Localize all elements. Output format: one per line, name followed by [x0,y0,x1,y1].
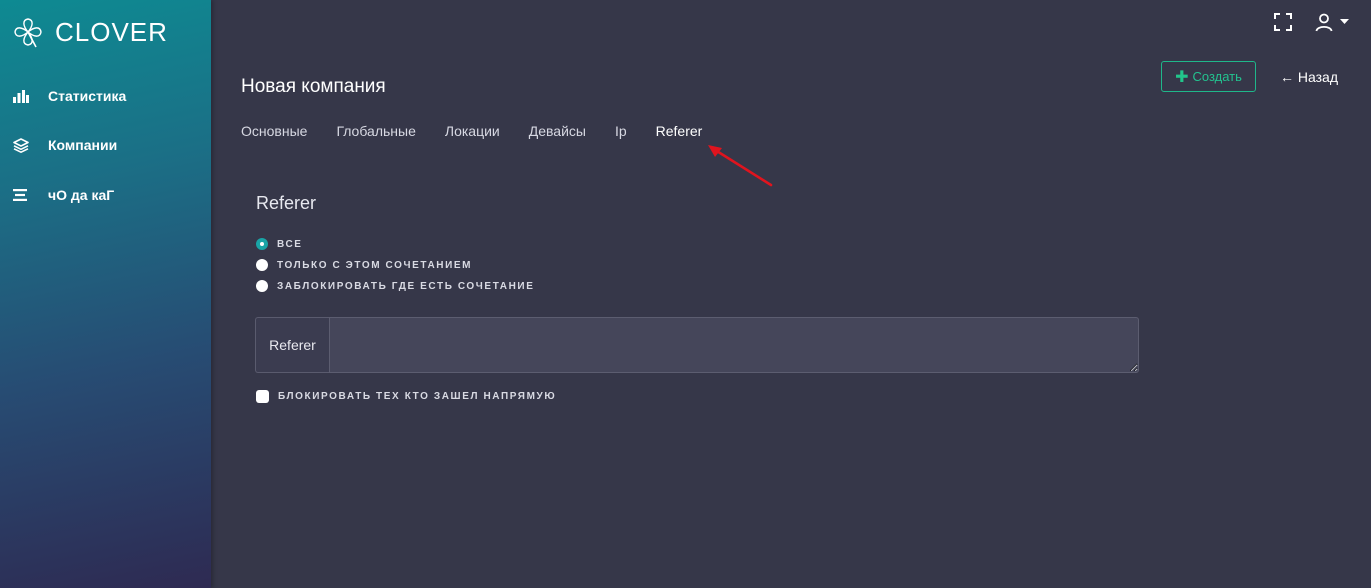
radio-option-block-match[interactable]: ЗАБЛОКИРОВАТЬ ГДЕ ЕСТЬ СОЧЕТАНИЕ [256,280,534,292]
fullscreen-button[interactable] [1274,13,1292,31]
block-direct-checkbox-row[interactable]: БЛОКИРОВАТЬ ТЕХ КТО ЗАШЕЛ НАПРЯМУЮ [256,390,556,403]
radio-option-all[interactable]: ВСЕ [256,238,303,250]
create-button[interactable]: ✚ Создать [1161,61,1256,92]
sidebar-item-label: Статистика [48,88,127,104]
caret-down-icon [1340,19,1349,24]
tab-ip[interactable]: Ip [615,123,627,139]
sidebar-item-label: Компании [48,137,118,153]
sidebar: CLOVER Статистика Компании чО да каГ [0,0,211,588]
sidebar-item-third[interactable]: чО да каГ [13,183,114,207]
tab-locations[interactable]: Локации [445,123,500,139]
brand-name: CLOVER [55,16,168,47]
referer-input-group: Referer [255,317,1139,373]
referer-textarea[interactable] [329,317,1139,373]
tab-referer[interactable]: Referer [656,123,703,139]
radio-button[interactable] [256,238,268,250]
sidebar-item-statistics[interactable]: Статистика [13,84,126,108]
bar-chart-icon [13,87,35,105]
fullscreen-icon [1274,13,1292,31]
radio-button[interactable] [256,259,268,271]
radio-button[interactable] [256,280,268,292]
annotation-arrow [708,145,773,187]
radio-label: ВСЕ [277,238,303,250]
user-icon [1315,13,1333,32]
radio-option-only-match[interactable]: ТОЛЬКО С ЭТОМ СОЧЕТАНИЕМ [256,259,472,271]
sidebar-item-label: чО да каГ [48,187,115,203]
brand[interactable]: CLOVER [10,14,168,50]
radio-label: ЗАБЛОКИРОВАТЬ ГДЕ ЕСТЬ СОЧЕТАНИЕ [277,280,535,292]
section-title: Referer [256,193,317,213]
back-button[interactable]: ← Назад [1280,69,1338,85]
block-direct-checkbox[interactable] [256,390,269,403]
clover-logo-icon [14,18,42,48]
checkbox-label: БЛОКИРОВАТЬ ТЕХ КТО ЗАШЕЛ НАПРЯМУЮ [278,391,557,402]
user-menu-button[interactable] [1314,12,1349,32]
sidebar-item-companies[interactable]: Компании [13,133,117,157]
tab-devices[interactable]: Девайсы [529,123,586,139]
create-button-label: Создать [1192,69,1242,84]
radio-label: ТОЛЬКО С ЭТОМ СОЧЕТАНИЕМ [277,259,473,271]
tab-global[interactable]: Глобальные [336,123,415,139]
page-title: Новая компания [241,76,386,97]
layers-icon [13,136,35,154]
referer-input-addon: Referer [255,317,329,373]
tabs: Основные Глобальные Локации Девайсы Ip R… [241,123,731,139]
tab-basic[interactable]: Основные [241,123,307,139]
plus-icon: ✚ [1175,68,1189,86]
topbar-actions [1274,12,1349,32]
list-icon [13,186,35,204]
